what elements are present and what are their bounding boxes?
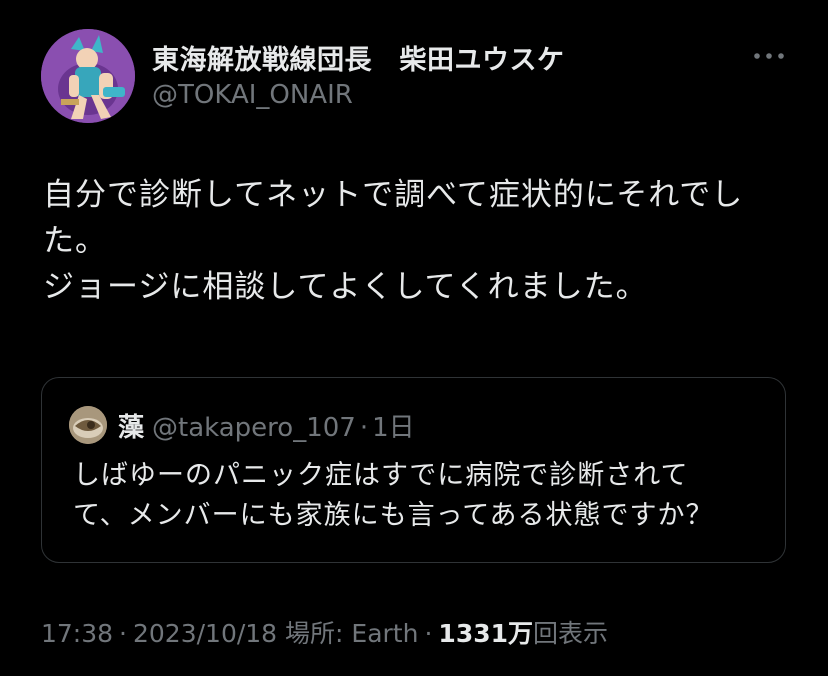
ellipsis-horizontal-icon	[754, 53, 784, 59]
tweet-text: 自分で診断してネットで調べて症状的にそれでし た。 ジョージに相談してよくしてく…	[43, 172, 793, 310]
tweet-date[interactable]: 2023/10/18	[133, 619, 277, 648]
author-display-name[interactable]: 東海解放戦線団長 柴田ユウスケ	[152, 38, 565, 77]
quoted-display-name[interactable]: 藻	[118, 413, 144, 443]
meta-separator: ·	[119, 619, 127, 648]
author-avatar[interactable]	[41, 29, 135, 123]
user-avatar-photo-icon	[41, 29, 135, 123]
tweet-card: 東海解放戦線団長 柴田ユウスケ @TOKAI_ONAIR 自分で診断してネットで…	[0, 0, 828, 676]
quoted-text: しばゆーのパニック症はすでに病院で診断されて て、メンバーにも家族にも言ってある…	[73, 456, 714, 536]
tweet-text-line: た。	[43, 223, 107, 259]
quoted-handle[interactable]: @takapero_107	[152, 413, 356, 443]
quoted-header: 藻 @takapero_107 · 1日	[118, 407, 415, 444]
tweet-time[interactable]: 17:38	[41, 619, 113, 648]
quoted-tweet[interactable]: 藻 @takapero_107 · 1日 しばゆーのパニック症はすでに病院で診断されて…	[41, 377, 786, 563]
more-options-button[interactable]	[752, 48, 786, 62]
view-count[interactable]: 1331万	[438, 619, 533, 648]
author-handle[interactable]: @TOKAI_ONAIR	[152, 80, 353, 110]
quoted-avatar-photo-icon	[69, 406, 107, 444]
quoted-separator: ·	[359, 413, 369, 443]
quoted-time[interactable]: 1日	[372, 413, 415, 443]
quoted-text-line: て、メンバーにも家族にも言ってある状態ですか？	[73, 500, 714, 531]
tweet-text-line: 自分で診断してネットで調べて症状的にそれでし	[43, 177, 744, 213]
tweet-location: 場所: Earth	[285, 619, 419, 648]
tweet-metadata: 17:38 · 2023/10/18 場所: Earth · 1331万回表示	[41, 614, 608, 650]
tweet-text-line: ジョージに相談してよくしてくれました。	[43, 269, 648, 305]
meta-separator: ·	[424, 619, 433, 648]
quoted-author-avatar[interactable]	[69, 406, 107, 444]
view-count-label: 回表示	[533, 619, 609, 648]
quoted-text-line: しばゆーのパニック症はすでに病院で診断されて	[73, 460, 689, 491]
